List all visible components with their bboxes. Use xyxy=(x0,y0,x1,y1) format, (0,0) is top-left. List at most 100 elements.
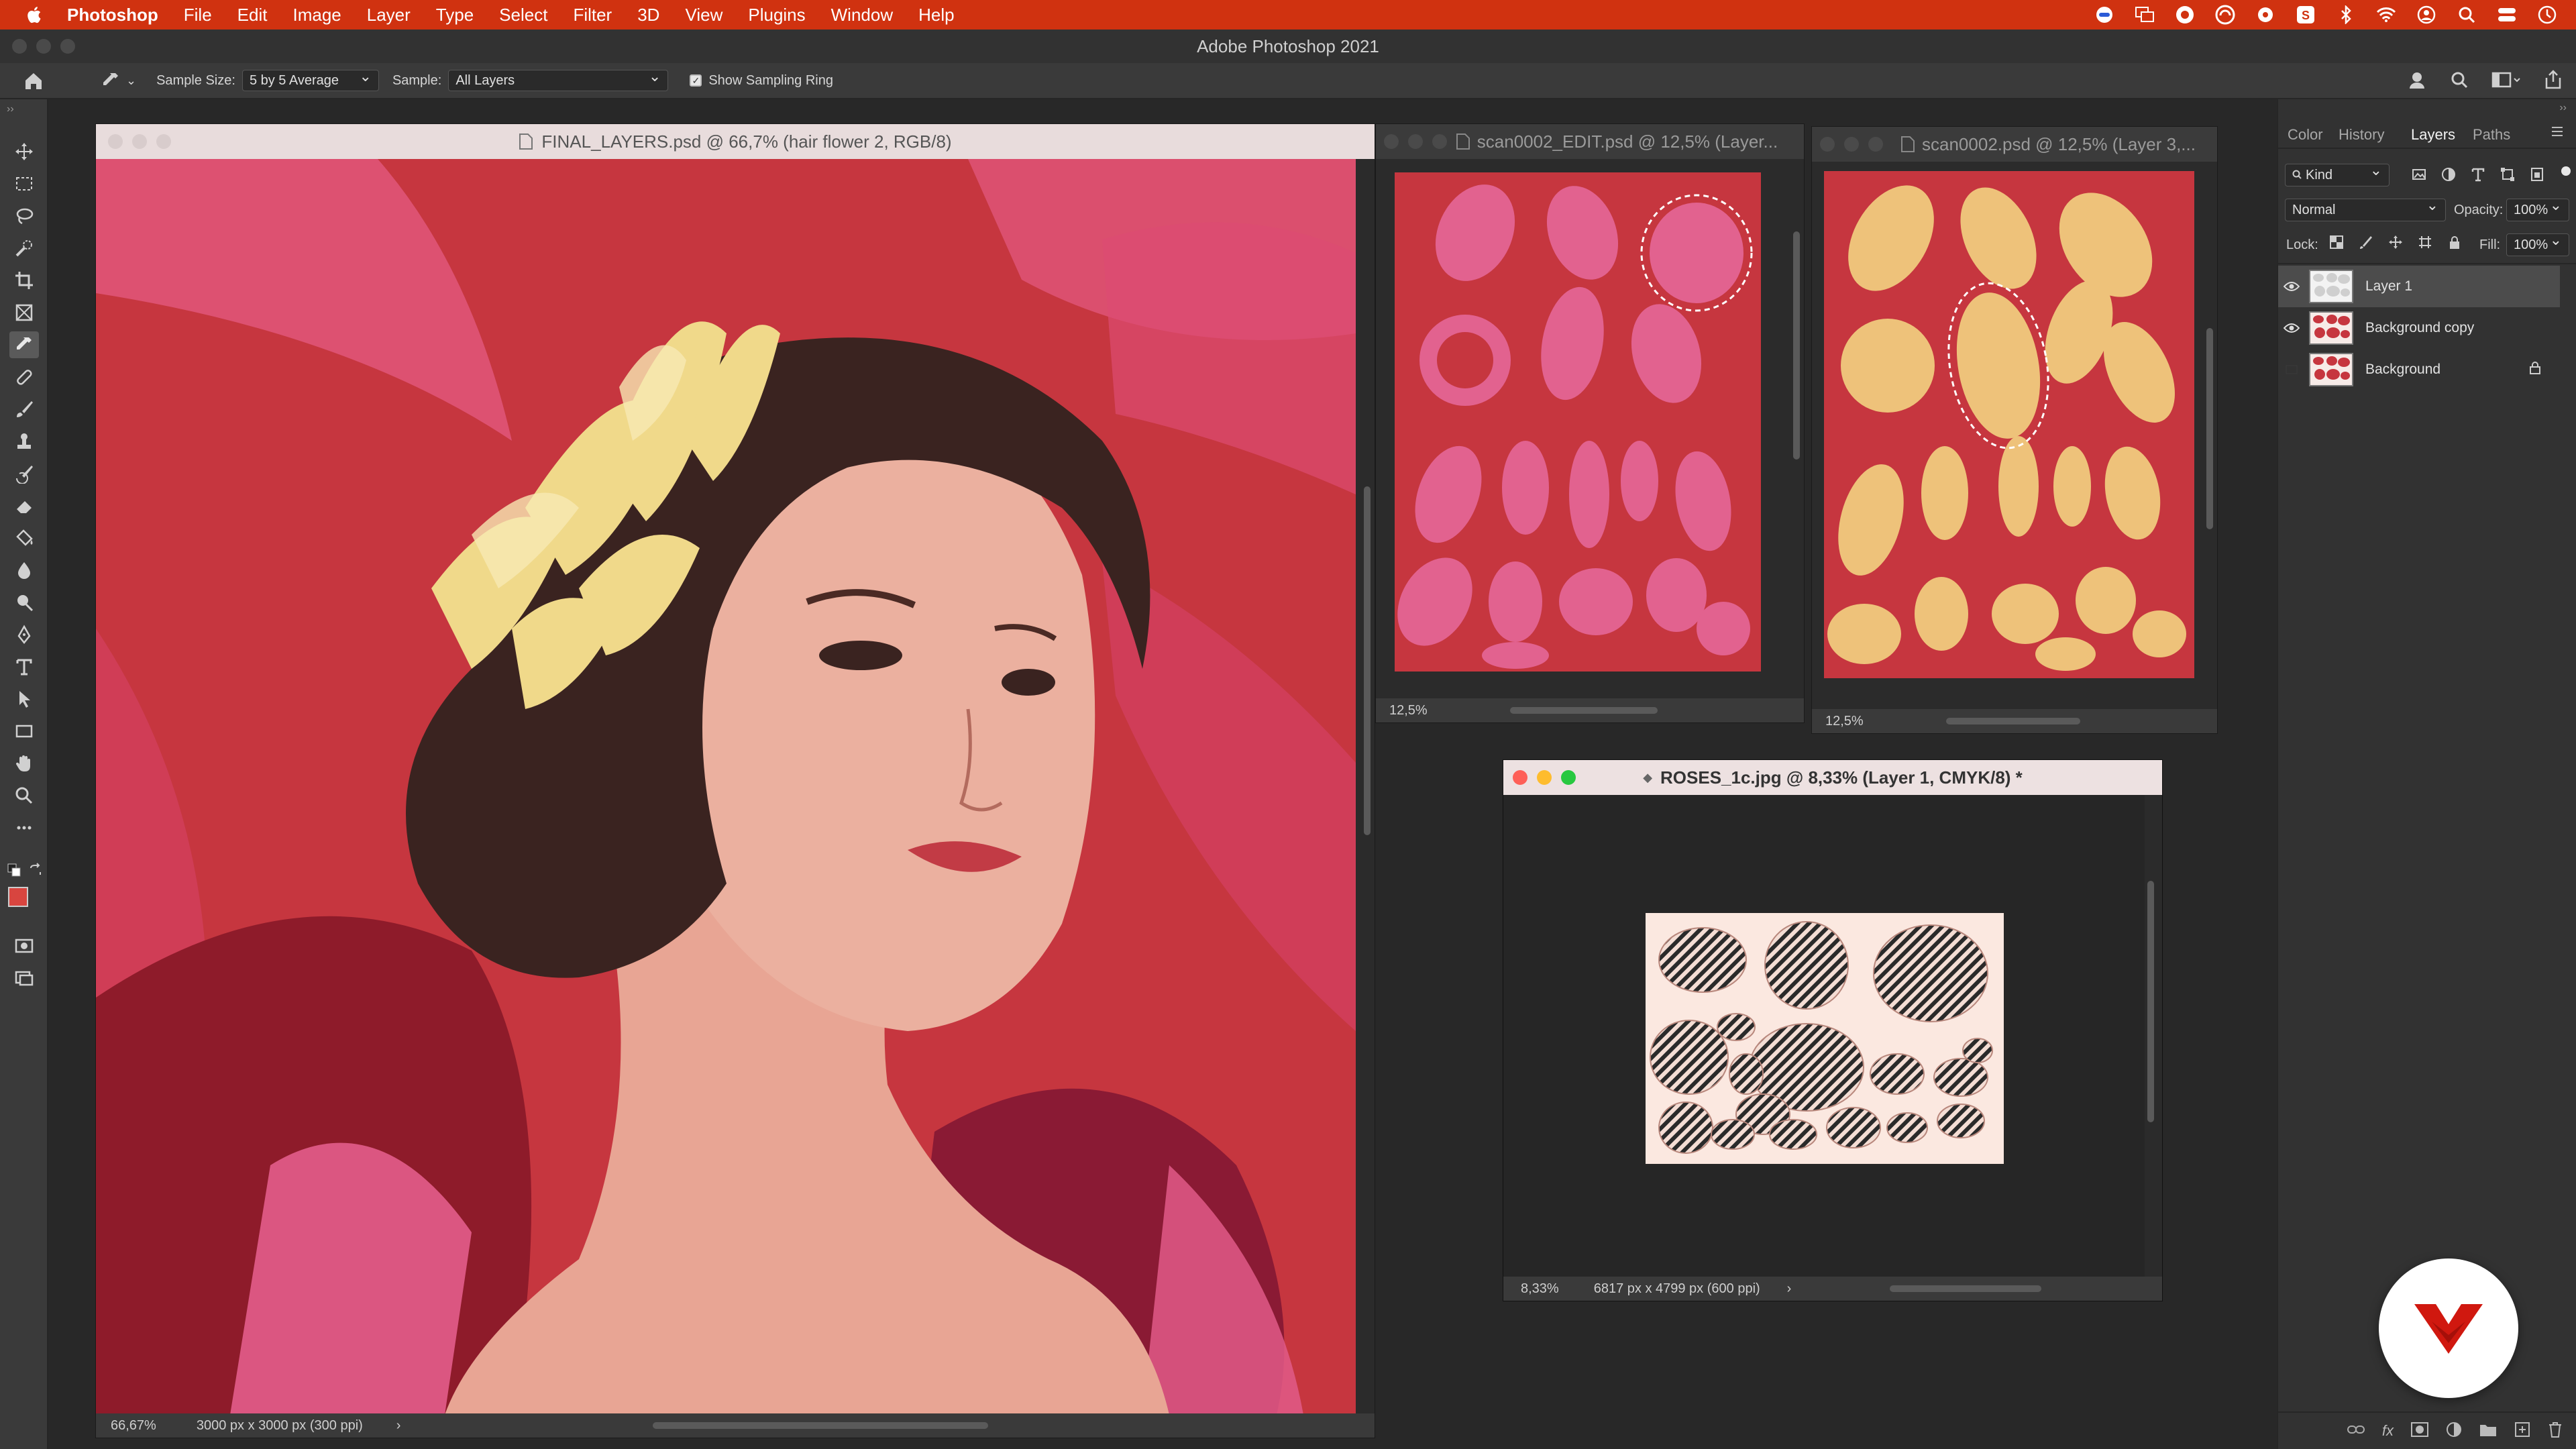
tab-layers[interactable]: Layers xyxy=(2411,126,2455,144)
filter-pixel-icon[interactable] xyxy=(2411,166,2427,186)
horizontal-scrollbar[interactable] xyxy=(1946,718,2080,724)
menu-app-photoshop[interactable]: Photoshop xyxy=(67,5,158,25)
blend-mode-select[interactable]: Normal xyxy=(2285,197,2446,221)
panel-menu-icon[interactable] xyxy=(2551,125,2564,142)
screen-mode-icon[interactable] xyxy=(9,965,39,991)
layer-filter-kind-select[interactable]: Kind xyxy=(2285,162,2390,186)
menu-view[interactable]: View xyxy=(685,5,722,25)
dodge-tool-icon[interactable] xyxy=(9,589,39,616)
pen-tool-icon[interactable] xyxy=(9,621,39,648)
eyedropper-preset-icon[interactable]: ⌄ xyxy=(101,70,136,91)
lock-position-icon[interactable] xyxy=(2388,235,2403,253)
eraser-tool-icon[interactable] xyxy=(9,492,39,519)
apple-logo-icon[interactable] xyxy=(24,4,43,25)
clone-stamp-tool-icon[interactable] xyxy=(9,428,39,455)
delete-layer-trash-icon[interactable] xyxy=(2548,1421,2563,1441)
user-silhouette-icon[interactable] xyxy=(2407,70,2427,94)
quick-mask-icon[interactable] xyxy=(9,932,39,959)
toggle-icon[interactable] xyxy=(2094,5,2114,25)
hand-tool-icon[interactable] xyxy=(9,750,39,777)
screens-icon[interactable] xyxy=(2135,5,2155,25)
document-tab-scan[interactable]: scan0002.psd @ 12,5% (Layer 3,... xyxy=(1812,127,2217,162)
filter-toggle-icon[interactable] xyxy=(2561,166,2571,176)
clock-icon[interactable] xyxy=(2537,5,2557,25)
fill-input[interactable]: 100% xyxy=(2506,231,2569,256)
spotlight-search-icon[interactable] xyxy=(2457,5,2477,25)
vertical-scrollbar[interactable] xyxy=(1364,486,1371,835)
horizontal-scrollbar[interactable] xyxy=(1510,707,1658,714)
control-center-icon[interactable] xyxy=(2497,5,2517,25)
type-tool-icon[interactable] xyxy=(9,653,39,680)
lasso-tool-icon[interactable] xyxy=(9,203,39,229)
document-window-roses[interactable]: ◆ ROSES_1c.jpg @ 8,33% (Layer 1, CMYK/8)… xyxy=(1503,759,2163,1301)
tab-paths[interactable]: Paths xyxy=(2473,126,2510,144)
canvas-yellow-petals[interactable] xyxy=(1824,171,2194,678)
menu-edit[interactable]: Edit xyxy=(237,5,268,25)
bluetooth-icon[interactable] xyxy=(2336,5,2356,25)
layer-effects-fx-icon[interactable]: fx xyxy=(2382,1422,2394,1440)
visibility-eye-icon[interactable] xyxy=(2278,281,2305,292)
horizontal-scrollbar[interactable] xyxy=(653,1422,988,1429)
new-adjustment-layer-icon[interactable] xyxy=(2446,1421,2462,1441)
menu-window[interactable]: Window xyxy=(831,5,893,25)
layer-lock-icon[interactable] xyxy=(2529,361,2541,378)
lock-transparent-icon[interactable] xyxy=(2329,235,2344,253)
paint-bucket-tool-icon[interactable] xyxy=(9,525,39,551)
eyedropper-tool-icon[interactable] xyxy=(9,331,39,358)
frame-tool-icon[interactable] xyxy=(9,299,39,326)
new-layer-icon[interactable] xyxy=(2514,1421,2530,1441)
creative-cloud-icon[interactable] xyxy=(2175,5,2195,25)
menu-plugins[interactable]: Plugins xyxy=(748,5,805,25)
document-window-final-layers[interactable]: FINAL_LAYERS.psd @ 66,7% (hair flower 2,… xyxy=(95,123,1375,1438)
vertical-scrollbar[interactable] xyxy=(1793,231,1800,460)
sample-select[interactable]: All Layers xyxy=(448,68,669,91)
home-icon[interactable] xyxy=(23,68,47,93)
document-window-controls[interactable] xyxy=(108,134,171,149)
lock-artboard-icon[interactable] xyxy=(2418,235,2432,253)
filter-type-icon[interactable] xyxy=(2470,166,2486,186)
zoom-tool-icon[interactable] xyxy=(9,782,39,809)
history-brush-tool-icon[interactable] xyxy=(9,460,39,487)
status-menu-chevron-icon[interactable]: › xyxy=(1787,1281,1792,1297)
menu-image[interactable]: Image xyxy=(292,5,341,25)
marquee-tool-icon[interactable] xyxy=(9,170,39,197)
blur-tool-icon[interactable] xyxy=(9,557,39,584)
canvas-roses-pattern[interactable] xyxy=(1646,913,2004,1164)
collapse-toolbar-icon[interactable]: ›› xyxy=(7,103,14,115)
move-tool-icon[interactable] xyxy=(9,138,39,165)
document-tab-scan-edit[interactable]: scan0002_EDIT.psd @ 12,5% (Layer... xyxy=(1376,124,1804,159)
menu-help[interactable]: Help xyxy=(918,5,954,25)
menu-file[interactable]: File xyxy=(184,5,212,25)
app-window-controls[interactable] xyxy=(12,39,75,54)
spot-healing-tool-icon[interactable] xyxy=(9,364,39,390)
search-icon[interactable] xyxy=(2450,70,2469,93)
brush-tool-icon[interactable] xyxy=(9,396,39,423)
document-window-controls[interactable] xyxy=(1384,134,1447,149)
path-selection-tool-icon[interactable] xyxy=(9,686,39,712)
status-menu-chevron-icon[interactable]: › xyxy=(396,1418,401,1434)
lock-all-icon[interactable] xyxy=(2447,235,2462,253)
canvas-pink-petals[interactable] xyxy=(1395,172,1761,672)
foreground-color-swatch[interactable] xyxy=(8,887,28,907)
crop-tool-icon[interactable] xyxy=(9,267,39,294)
visibility-toggle-empty[interactable] xyxy=(2278,364,2305,375)
document-tab-roses[interactable]: ◆ ROSES_1c.jpg @ 8,33% (Layer 1, CMYK/8)… xyxy=(1503,760,2162,795)
settings-gear-icon[interactable] xyxy=(2255,5,2275,25)
share-icon[interactable] xyxy=(2544,70,2563,94)
menu-select[interactable]: Select xyxy=(499,5,547,25)
zoom-level[interactable]: 66,67% xyxy=(111,1418,156,1434)
layer-row-background[interactable]: Background xyxy=(2278,349,2560,390)
user-account-icon[interactable] xyxy=(2416,5,2436,25)
swap-colors-icon[interactable] xyxy=(28,863,43,881)
document-tab-final-layers[interactable]: FINAL_LAYERS.psd @ 66,7% (hair flower 2,… xyxy=(96,124,1375,159)
document-window-scan[interactable]: scan0002.psd @ 12,5% (Layer 3,... 12,5% xyxy=(1811,126,2218,734)
menu-layer[interactable]: Layer xyxy=(367,5,411,25)
link-layers-icon[interactable] xyxy=(2347,1423,2365,1440)
layer-row-layer-1[interactable]: Layer 1 xyxy=(2278,266,2560,307)
wifi-icon[interactable] xyxy=(2376,5,2396,25)
tab-color[interactable]: Color xyxy=(2288,126,2323,144)
zoom-level[interactable]: 12,5% xyxy=(1389,703,1428,718)
s-app-icon[interactable]: S xyxy=(2296,5,2316,25)
zoom-level[interactable]: 12,5% xyxy=(1825,714,1864,729)
cloud-sync-icon[interactable] xyxy=(2215,5,2235,25)
